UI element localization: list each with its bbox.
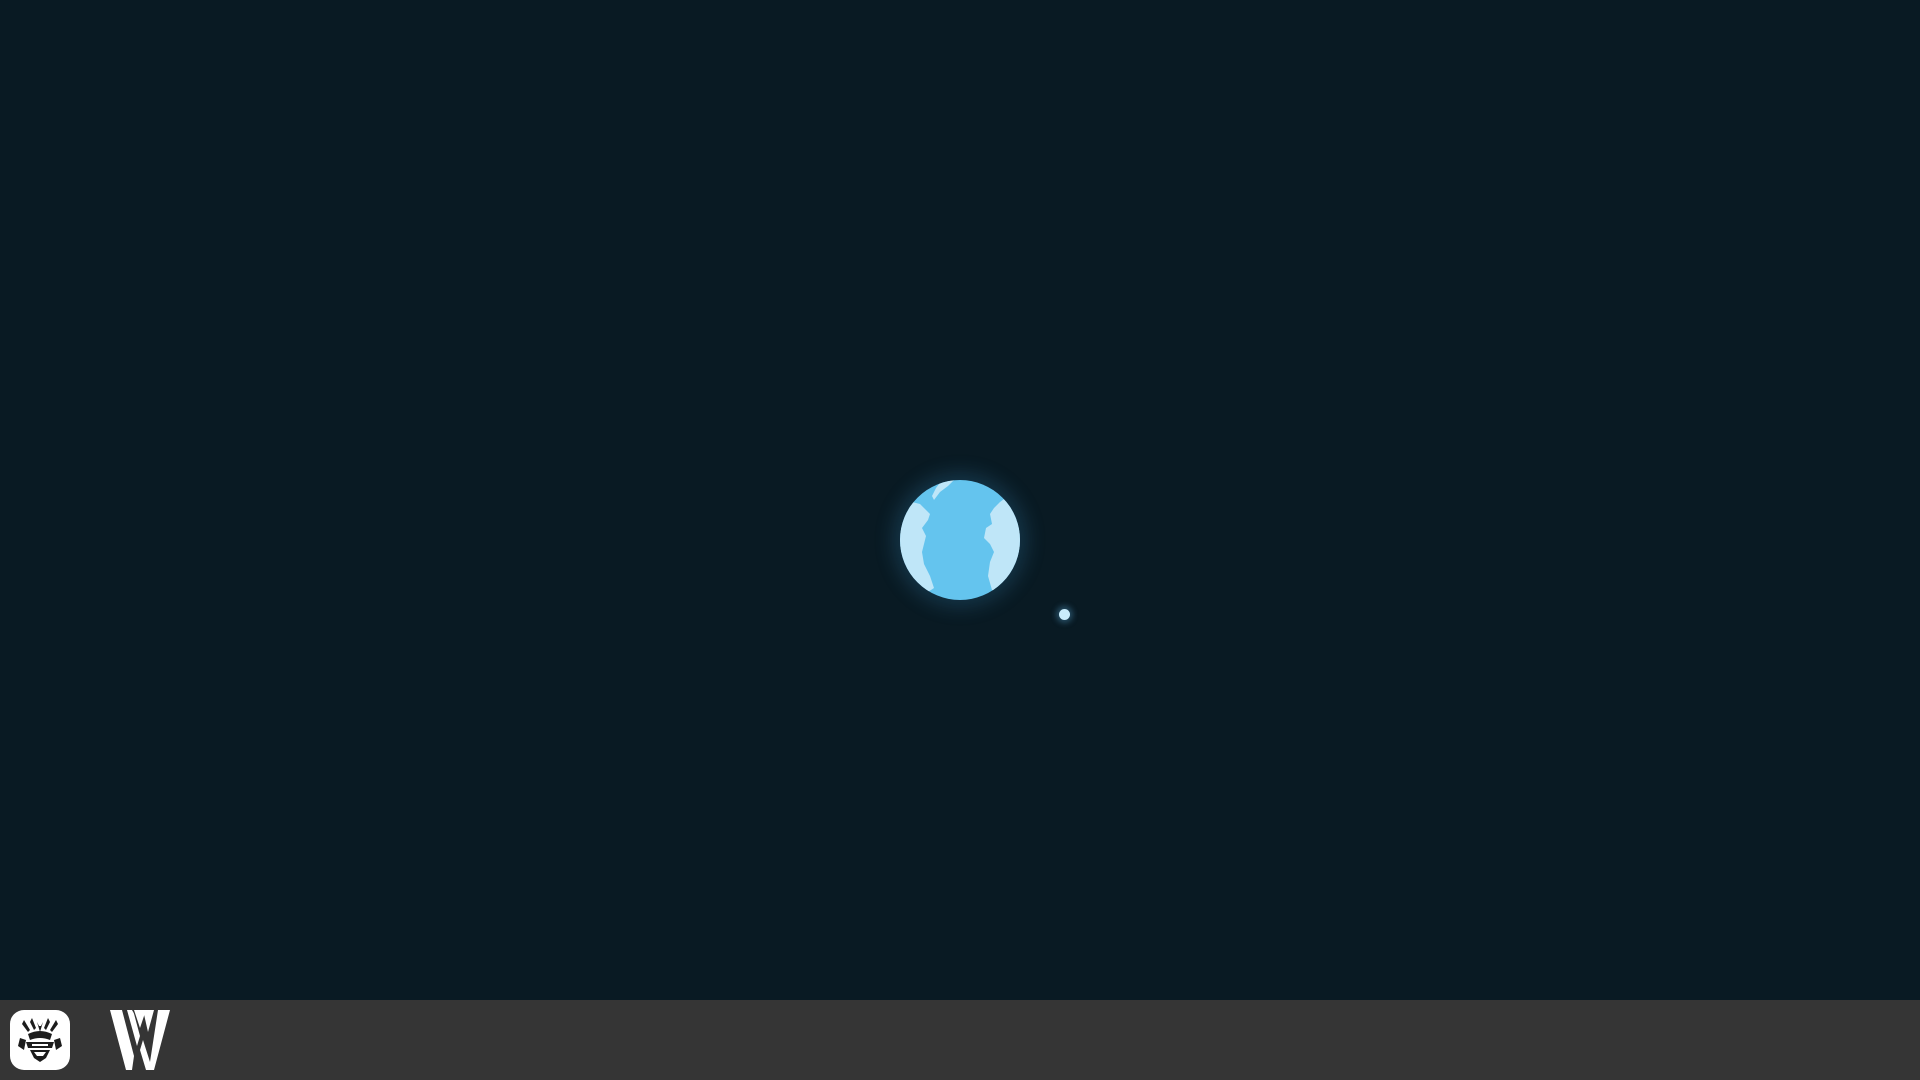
loading-animation	[0, 0, 1920, 1000]
moon-dot-icon	[1059, 609, 1070, 620]
w-logo-icon[interactable]	[110, 1010, 170, 1070]
taskbar	[0, 1000, 1920, 1080]
unsc-emblem-icon[interactable]	[10, 1010, 70, 1070]
desktop-background	[0, 0, 1920, 1000]
earth-globe-icon	[900, 480, 1020, 600]
